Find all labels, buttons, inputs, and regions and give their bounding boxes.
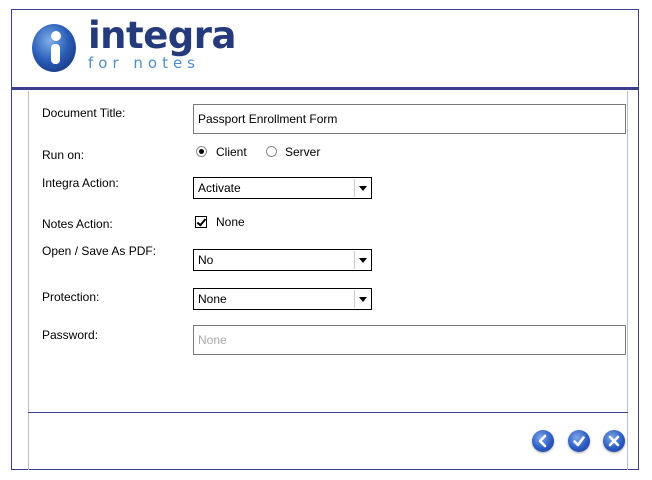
close-x-icon <box>608 435 620 447</box>
open-save-pdf-select[interactable]: No <box>193 249 372 271</box>
brand-tagline: for notes <box>88 54 201 72</box>
run-on-server-radio[interactable] <box>266 146 277 157</box>
open-save-pdf-label: Open / Save As PDF: <box>42 244 157 258</box>
open-save-pdf-value: No <box>198 253 214 267</box>
checkmark-icon <box>196 216 207 227</box>
back-arrow-icon <box>538 434 547 448</box>
integra-logo-icon <box>32 24 76 72</box>
integra-action-value: Activate <box>198 181 241 195</box>
notes-action-checkbox[interactable] <box>195 216 207 228</box>
run-on-server-label[interactable]: Server <box>285 145 320 159</box>
header-divider <box>12 87 638 90</box>
dialog-window: integra for notes Document Title: Passpo… <box>11 9 639 470</box>
protection-label: Protection: <box>42 290 100 304</box>
chevron-down-icon[interactable] <box>354 251 370 269</box>
header: integra for notes <box>12 10 638 90</box>
notes-action-label: Notes Action: <box>42 217 113 231</box>
document-title-input[interactable]: Passport Enrollment Form <box>193 104 626 134</box>
integra-action-select[interactable]: Activate <box>193 177 372 199</box>
protection-select[interactable]: None <box>193 288 372 310</box>
document-title-label: Document Title: <box>42 106 126 120</box>
chevron-down-icon[interactable] <box>354 179 370 197</box>
password-label: Password: <box>42 328 99 342</box>
protection-value: None <box>198 292 227 306</box>
footer-divider <box>28 412 628 413</box>
run-on-label: Run on: <box>42 148 85 162</box>
brand-name: integra <box>88 14 237 57</box>
integra-action-label: Integra Action: <box>42 176 119 190</box>
ok-button[interactable] <box>568 430 590 452</box>
run-on-client-label[interactable]: Client <box>216 145 247 159</box>
footer-left-border <box>28 413 29 470</box>
chevron-down-icon[interactable] <box>354 290 370 308</box>
notes-action-checkbox-label[interactable]: None <box>216 215 245 229</box>
back-button[interactable] <box>532 430 554 452</box>
run-on-client-radio[interactable] <box>196 146 207 157</box>
password-input[interactable]: None <box>193 325 626 355</box>
checkmark-icon <box>573 436 585 447</box>
close-button[interactable] <box>603 430 625 452</box>
footer-right-border <box>627 413 628 470</box>
